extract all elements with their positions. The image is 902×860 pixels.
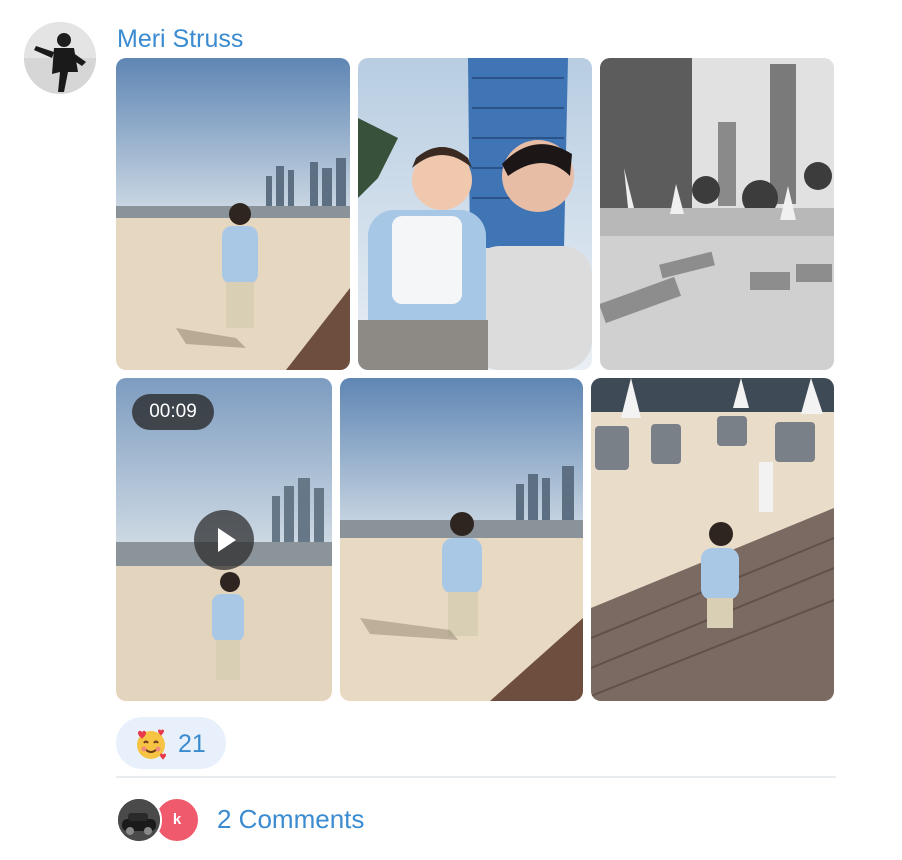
smiling-face-with-hearts-icon (137, 729, 166, 760)
author-avatar[interactable] (24, 22, 96, 94)
video-duration-badge: 00:09 (132, 394, 214, 430)
photo-toddler-deck (591, 378, 834, 701)
media-photo-5[interactable] (591, 378, 834, 701)
photo-bw-loungers (600, 58, 834, 370)
media-photo-2[interactable] (358, 58, 592, 370)
photo-mother-toddler (358, 58, 592, 370)
play-icon[interactable] (194, 510, 254, 570)
divider (116, 776, 836, 778)
comments-link[interactable]: 2 Comments (217, 804, 364, 834)
media-photo-1[interactable] (116, 58, 350, 370)
media-photo-4[interactable] (340, 378, 583, 701)
commenter-avatar-1 (116, 797, 162, 843)
photo-beach-toddler (116, 58, 350, 370)
author-name[interactable]: Meri Struss (117, 24, 243, 54)
photo-toddler-sand (340, 378, 583, 701)
media-photo-3[interactable] (600, 58, 834, 370)
commenter-avatar-car (118, 799, 160, 841)
reaction-button[interactable]: 21 (116, 717, 226, 769)
media-video-1[interactable]: 00:09 (116, 378, 332, 701)
reaction-count: 21 (178, 730, 206, 758)
author-avatar-image (24, 22, 96, 94)
